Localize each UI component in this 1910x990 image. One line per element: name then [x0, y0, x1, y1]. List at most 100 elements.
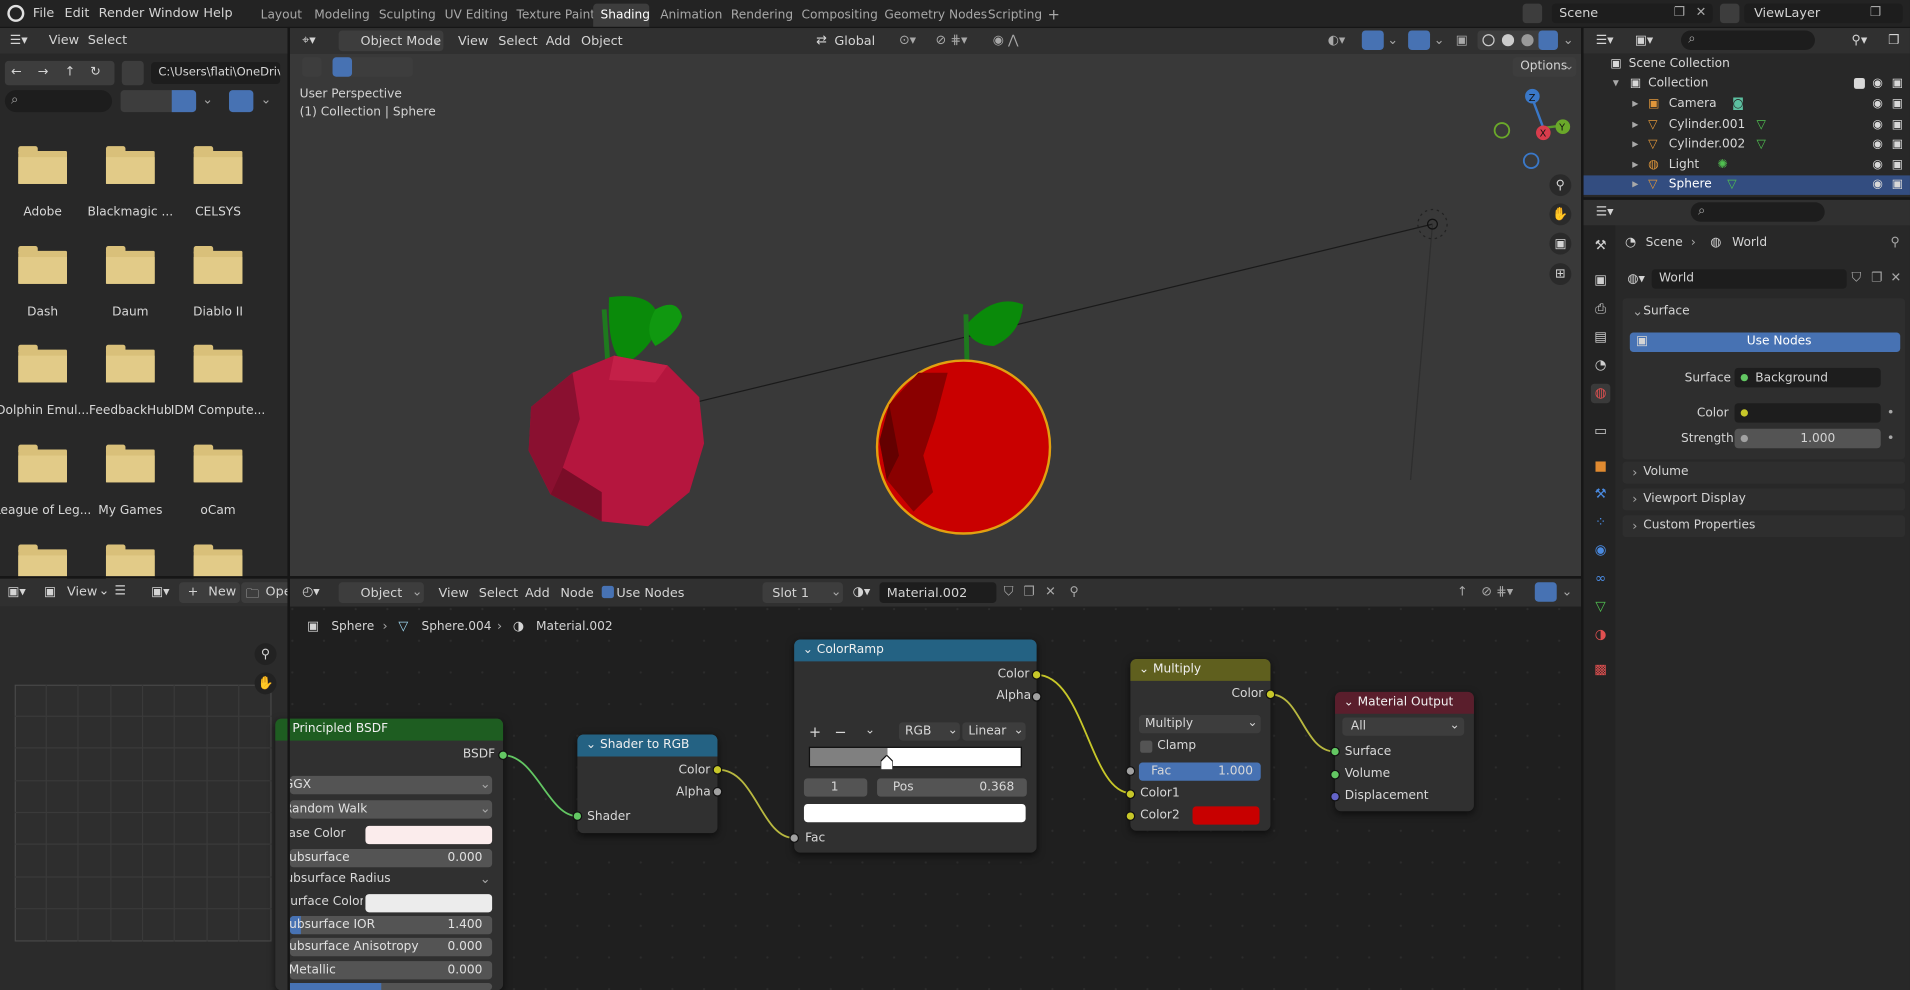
object-data-icon[interactable]: ◙	[1732, 95, 1744, 114]
eye-icon[interactable]: ◉	[1872, 175, 1883, 194]
keyframe-dot-icon[interactable]: •	[1887, 431, 1895, 446]
prop-breadcrumb-scene[interactable]: Scene	[1646, 236, 1683, 249]
collection-tab-icon[interactable]: ▭	[1591, 421, 1610, 440]
material-output-header[interactable]: ⌄ Material Output	[1335, 691, 1474, 714]
area-separator[interactable]	[287, 28, 290, 990]
object-data-icon[interactable]: ▽	[1757, 115, 1766, 134]
color-stop-handle[interactable]	[880, 754, 894, 771]
multiply-color-socket[interactable]	[1265, 689, 1276, 700]
eye-icon[interactable]: ◉	[1872, 115, 1883, 134]
tool-tab-icon[interactable]: ⚒	[1591, 236, 1610, 255]
color2-socket[interactable]	[1125, 811, 1136, 821]
bsdf-metallic-field[interactable]: Metallic 0.000	[289, 961, 493, 980]
outliner-search-input[interactable]	[1680, 30, 1815, 50]
modifier-tab-icon[interactable]: ⚒	[1591, 485, 1610, 504]
constraints-tab-icon[interactable]: ∞	[1591, 569, 1610, 588]
expand-arrow-icon[interactable]: ▸	[1632, 155, 1638, 174]
world-browse-icon[interactable]: ◍▾	[1627, 272, 1645, 287]
expand-arrow-icon[interactable]: ▾	[1613, 74, 1619, 93]
color-ramp-gradient[interactable]	[808, 746, 1022, 768]
bsdf-sss-aniso-field[interactable]: Subsurface Anisotropy 0.000	[289, 937, 493, 957]
fac-input-socket[interactable]	[789, 833, 800, 843]
stop-color-swatch[interactable]	[803, 803, 1026, 823]
surface-collapse-icon[interactable]: ⌄	[1632, 305, 1643, 320]
shader-to-rgb-header[interactable]: ⌄ Shader to RGB	[577, 734, 718, 757]
area-separator[interactable]	[1581, 28, 1584, 990]
eye-icon[interactable]: ◉	[1872, 155, 1883, 174]
bsdf-subsurface-field[interactable]: Subsurface 0.000	[289, 849, 493, 868]
object-data-icon[interactable]: ▽	[1727, 175, 1736, 194]
scene-tab-icon[interactable]: ◔	[1591, 356, 1610, 375]
multiply-header[interactable]: ⌄ Multiply	[1130, 658, 1271, 681]
unlink-world-icon[interactable]: ✕	[1890, 270, 1901, 285]
collapse-chevron-icon[interactable]: ⌄	[1139, 663, 1153, 676]
color2-swatch[interactable]	[1192, 806, 1260, 825]
bsdf-base-color-swatch[interactable]	[365, 825, 493, 845]
area-separator[interactable]	[1583, 197, 1910, 200]
camera-render-icon[interactable]: ▣	[1892, 175, 1904, 194]
keyframe-dot-icon[interactable]: •	[1887, 406, 1895, 421]
outliner-editor-type-icon[interactable]: ☰▾	[1596, 33, 1614, 48]
camera-render-icon[interactable]: ▣	[1892, 115, 1904, 134]
volume-input-socket[interactable]	[1330, 769, 1340, 780]
shader-to-rgb-color-socket[interactable]	[712, 764, 723, 775]
prop-breadcrumb-world[interactable]: World	[1732, 236, 1767, 249]
camera-render-icon[interactable]: ▣	[1892, 95, 1904, 114]
output-tab-icon[interactable]: ⎙	[1591, 300, 1610, 319]
outliner-row[interactable]: ▸ ▽ Cylinder.002 ▽ ◉ ▣	[1584, 135, 1910, 154]
particles-tab-icon[interactable]: ⁘	[1591, 513, 1610, 532]
shader-input-socket[interactable]	[572, 811, 583, 821]
expand-arrow-icon[interactable]: ▸	[1632, 95, 1638, 114]
world-tab-icon[interactable]: ◍	[1590, 383, 1611, 404]
outliner-row-scene-collection[interactable]: ▣ Scene Collection	[1584, 55, 1910, 74]
new-collection-icon[interactable]: ❐	[1888, 33, 1899, 48]
expand-arrow-icon[interactable]: ▸	[1632, 115, 1638, 134]
duplicate-world-icon[interactable]: ❐	[1871, 270, 1882, 285]
texture-tab-icon[interactable]: ▩	[1591, 660, 1610, 679]
bsdf-header[interactable]: Principled BSDF	[275, 718, 504, 741]
clamp-checkbox[interactable]	[1140, 740, 1153, 753]
properties-editor-type-icon[interactable]: ☰▾	[1596, 205, 1614, 220]
material-tab-icon[interactable]: ◑	[1591, 625, 1610, 644]
data-tab-icon[interactable]: ▽	[1591, 597, 1610, 616]
camera-render-icon[interactable]: ▣	[1892, 74, 1904, 93]
shader-to-rgb-alpha-socket[interactable]	[712, 786, 723, 797]
surface-input-socket[interactable]	[1330, 746, 1340, 757]
eye-icon[interactable]: ◉	[1872, 74, 1883, 93]
collapse-chevron-icon[interactable]: ⌄	[803, 643, 817, 656]
outliner-row[interactable]: ▸ ◍ Light ✺ ◉ ▣	[1584, 155, 1910, 174]
eye-icon[interactable]: ◉	[1872, 135, 1883, 154]
color-ramp-header[interactable]: ⌄ ColorRamp	[794, 639, 1037, 662]
eye-icon[interactable]: ◉	[1872, 95, 1883, 114]
collapse-chevron-icon[interactable]: ⌄	[586, 738, 600, 751]
outliner-row[interactable]: ▸ ▽ Cylinder.001 ▽ ◉ ▣	[1584, 115, 1910, 134]
object-tab-icon[interactable]: ■	[1591, 457, 1610, 476]
add-stop-icon[interactable]: +	[809, 724, 821, 741]
ramp-menu-chevron-icon[interactable]: ⌄	[865, 724, 875, 737]
fac-socket[interactable]	[1125, 766, 1136, 776]
bsdf-next-field[interactable]	[289, 983, 493, 990]
bsdf-distribution-dropdown[interactable]: GGX	[289, 775, 493, 795]
bsdf-output-socket[interactable]	[498, 750, 508, 761]
expand-arrow-icon[interactable]: ▸	[1632, 175, 1638, 194]
camera-render-icon[interactable]: ▣	[1892, 155, 1904, 174]
pin-icon[interactable]: ⚲	[1890, 235, 1899, 250]
expand-arrow-icon[interactable]: ▸	[1632, 135, 1638, 154]
display-mode-icon[interactable]: ▣▾	[1635, 33, 1654, 48]
surface-panel-title[interactable]: Surface	[1643, 305, 1689, 318]
collection-checkbox[interactable]	[1853, 77, 1865, 89]
outliner-row[interactable]: ▸ ▽ Sphere ▽ ◉ ▣	[1583, 175, 1910, 195]
object-data-icon[interactable]: ▽	[1757, 135, 1766, 154]
displacement-input-socket[interactable]	[1330, 791, 1340, 802]
properties-search-input[interactable]	[1690, 202, 1825, 222]
view-layer-tab-icon[interactable]: ▤	[1591, 328, 1610, 347]
area-separator[interactable]	[0, 576, 1582, 579]
physics-tab-icon[interactable]: ◉	[1591, 541, 1610, 560]
object-data-icon[interactable]: ✺	[1718, 155, 1728, 174]
outliner-row-collection[interactable]: ▾ ▣ Collection ◉ ▣	[1584, 74, 1910, 93]
color-ramp-alpha-socket[interactable]	[1031, 691, 1042, 702]
bsdf-sss-method-dropdown[interactable]: Random Walk	[289, 800, 493, 819]
fake-user-shield-icon[interactable]: ⛉	[1852, 270, 1862, 286]
remove-stop-icon[interactable]: −	[834, 724, 846, 741]
bsdf-sss-ior-field[interactable]: Subsurface IOR 1.400	[289, 916, 493, 935]
